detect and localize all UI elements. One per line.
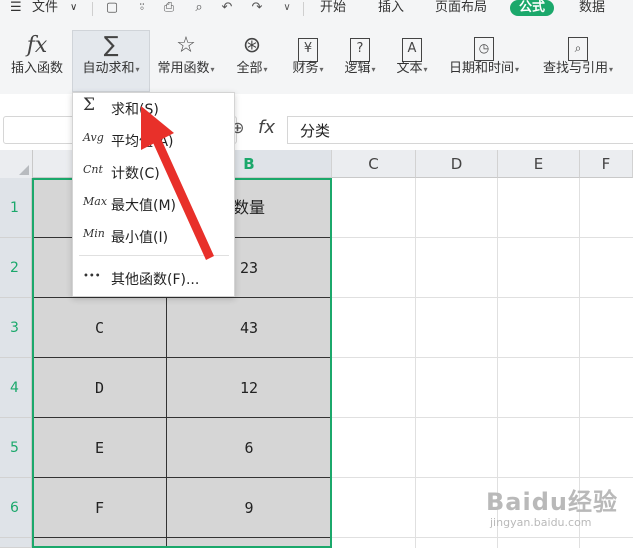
baidu-watermark: Baidu经验 jingyan.baidu.com — [486, 482, 626, 532]
watermark-brand: Baidu经验 — [486, 488, 618, 516]
red-arrow-annotation — [141, 106, 214, 260]
watermark-url: jingyan.baidu.com — [490, 516, 592, 529]
arrow-shaft — [150, 132, 214, 260]
